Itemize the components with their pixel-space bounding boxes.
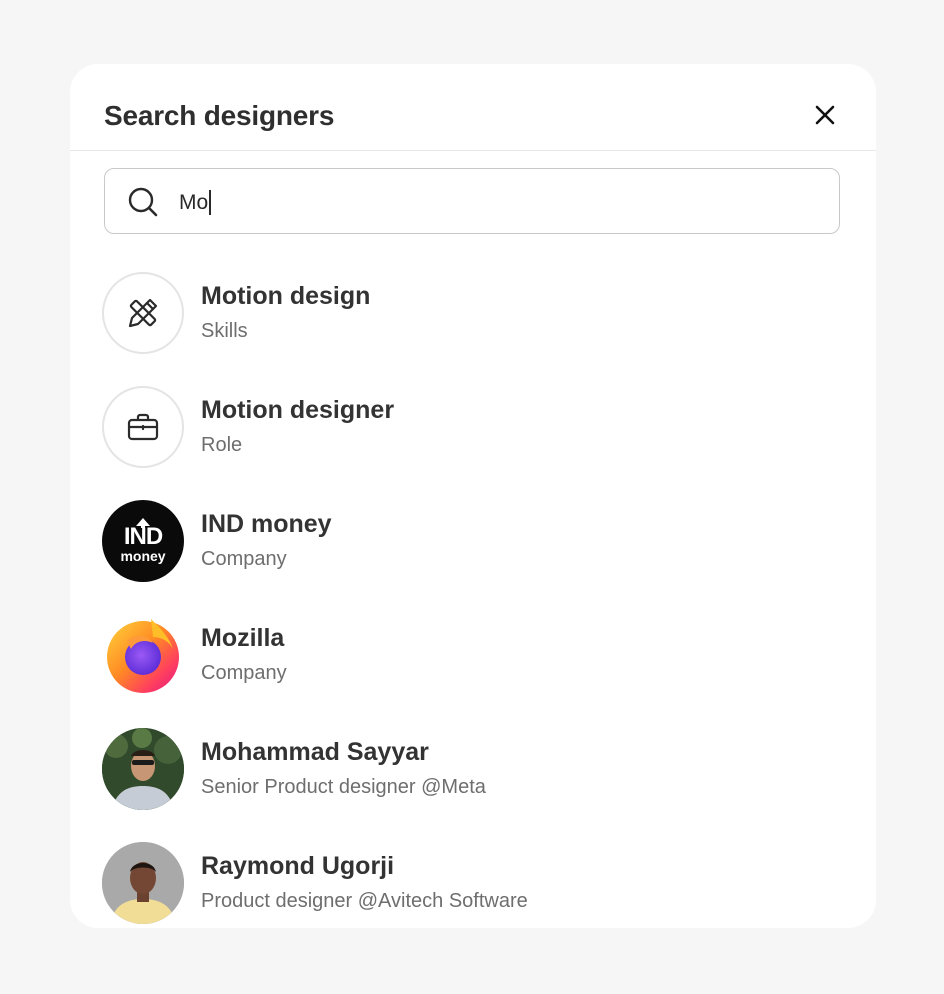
result-item[interactable]: Mozilla Company <box>102 614 842 728</box>
logo-text-top: IND <box>123 523 163 550</box>
result-avatar <box>102 614 184 696</box>
result-avatar <box>102 386 184 468</box>
search-input[interactable]: Mo <box>104 168 840 234</box>
briefcase-icon <box>127 413 159 441</box>
avatar <box>102 842 184 924</box>
search-text: Mo <box>179 190 209 214</box>
result-title: Mozilla <box>201 624 285 652</box>
close-icon <box>815 105 835 125</box>
result-subtitle: Role <box>201 434 243 456</box>
ind-money-logo: IND money <box>102 500 184 582</box>
result-title: Mohammad Sayyar <box>201 738 429 766</box>
result-title: Raymond Ugorji <box>201 852 395 880</box>
close-button[interactable] <box>812 102 838 128</box>
result-item[interactable]: Mohammad Sayyar Senior Product designer … <box>102 728 842 842</box>
result-subtitle: Skills <box>201 320 248 342</box>
firefox-logo <box>107 619 179 693</box>
person-photo-icon <box>102 728 184 810</box>
result-item[interactable]: Motion design Skills <box>102 272 842 386</box>
result-avatar <box>102 272 184 354</box>
modal-title: Search designers <box>104 100 335 131</box>
pencil-ruler-icon <box>128 298 158 328</box>
text-cursor <box>209 190 212 215</box>
result-item[interactable]: IND money IND money Company <box>102 500 842 614</box>
avatar <box>102 728 184 810</box>
result-subtitle: Senior Product designer @Meta <box>201 776 486 798</box>
search-results-list: Motion design Skills Motion designer Rol… <box>102 272 842 928</box>
result-item[interactable]: Motion designer Role <box>102 386 842 500</box>
result-subtitle: Company <box>201 662 287 684</box>
search-designers-modal: Search designers Mo Motion design Skills… <box>70 64 876 928</box>
result-title: Motion design <box>201 282 371 310</box>
search-icon <box>128 187 158 217</box>
result-title: Motion designer <box>201 396 395 424</box>
search-input-value[interactable]: Mo <box>179 190 212 215</box>
person-photo-icon <box>102 842 184 924</box>
modal-header: Search designers <box>70 64 876 151</box>
logo-text-bottom: money <box>120 548 166 564</box>
result-subtitle: Product designer @Avitech Software <box>201 890 528 912</box>
result-item[interactable]: Raymond Ugorji Product designer @Avitech… <box>102 842 842 928</box>
result-subtitle: Company <box>201 548 287 570</box>
result-title: IND money <box>201 510 332 538</box>
